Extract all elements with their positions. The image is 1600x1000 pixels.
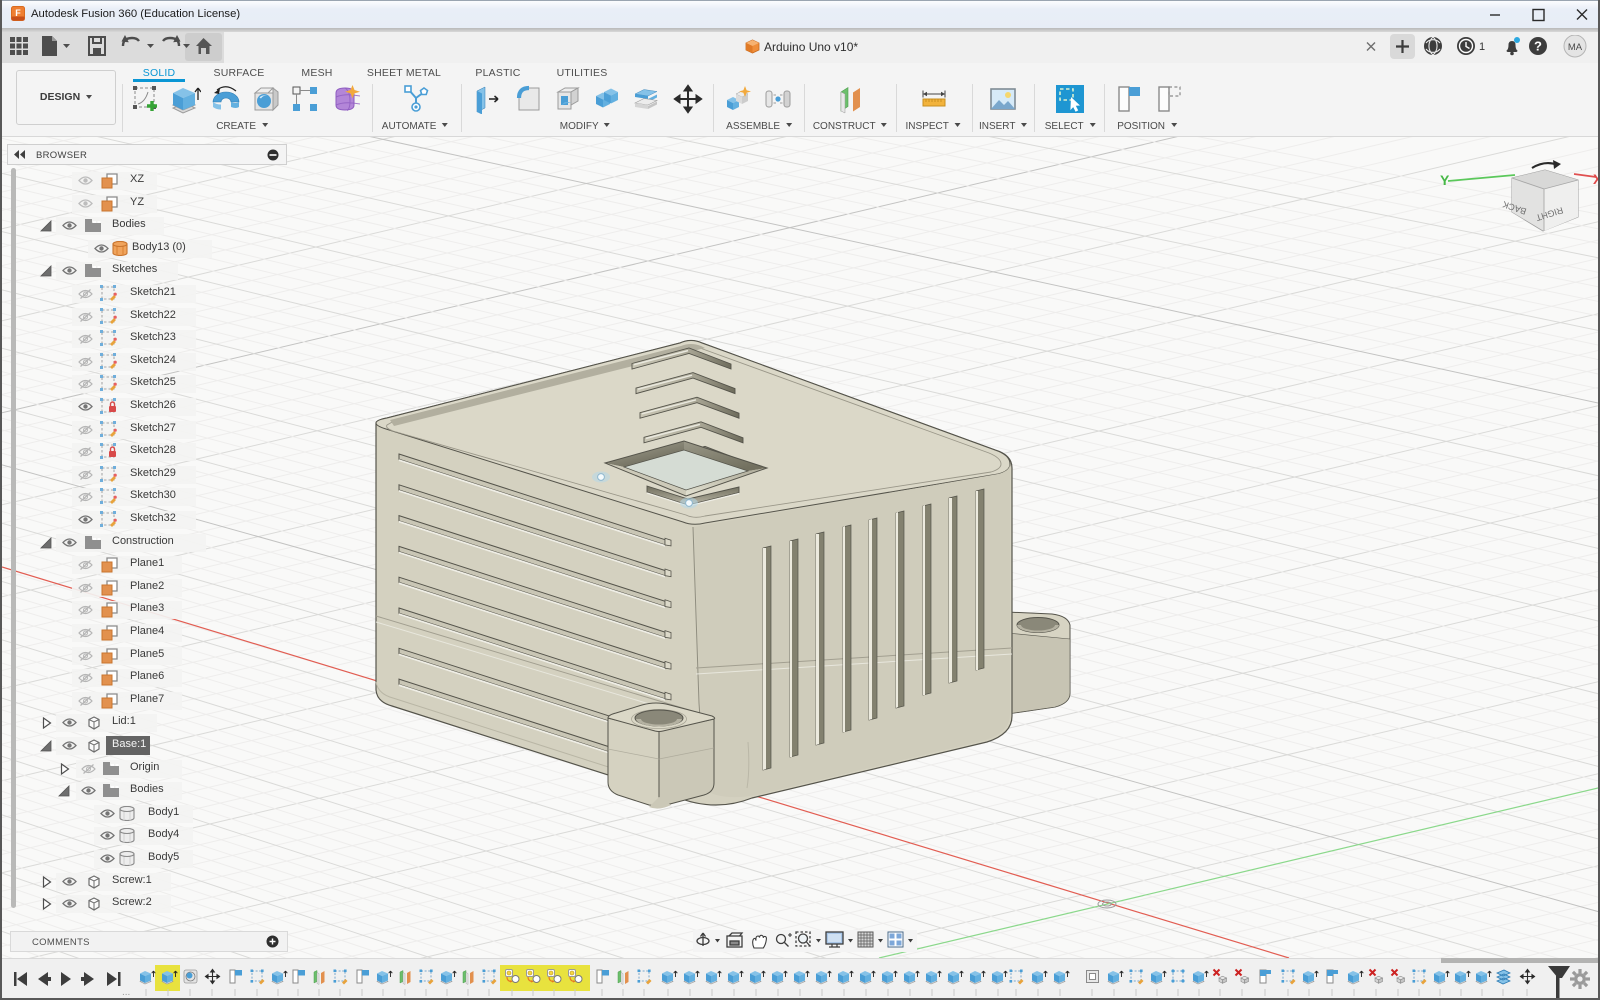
svg-text:MA: MA [1568, 42, 1583, 53]
svg-text:?: ? [1534, 39, 1542, 54]
svg-text:X: X [1593, 171, 1600, 187]
svg-text:F: F [15, 8, 21, 18]
svg-text:Y: Y [1440, 172, 1450, 188]
svg-text:1: 1 [1479, 41, 1485, 53]
svg-text:...: ... [122, 987, 130, 998]
